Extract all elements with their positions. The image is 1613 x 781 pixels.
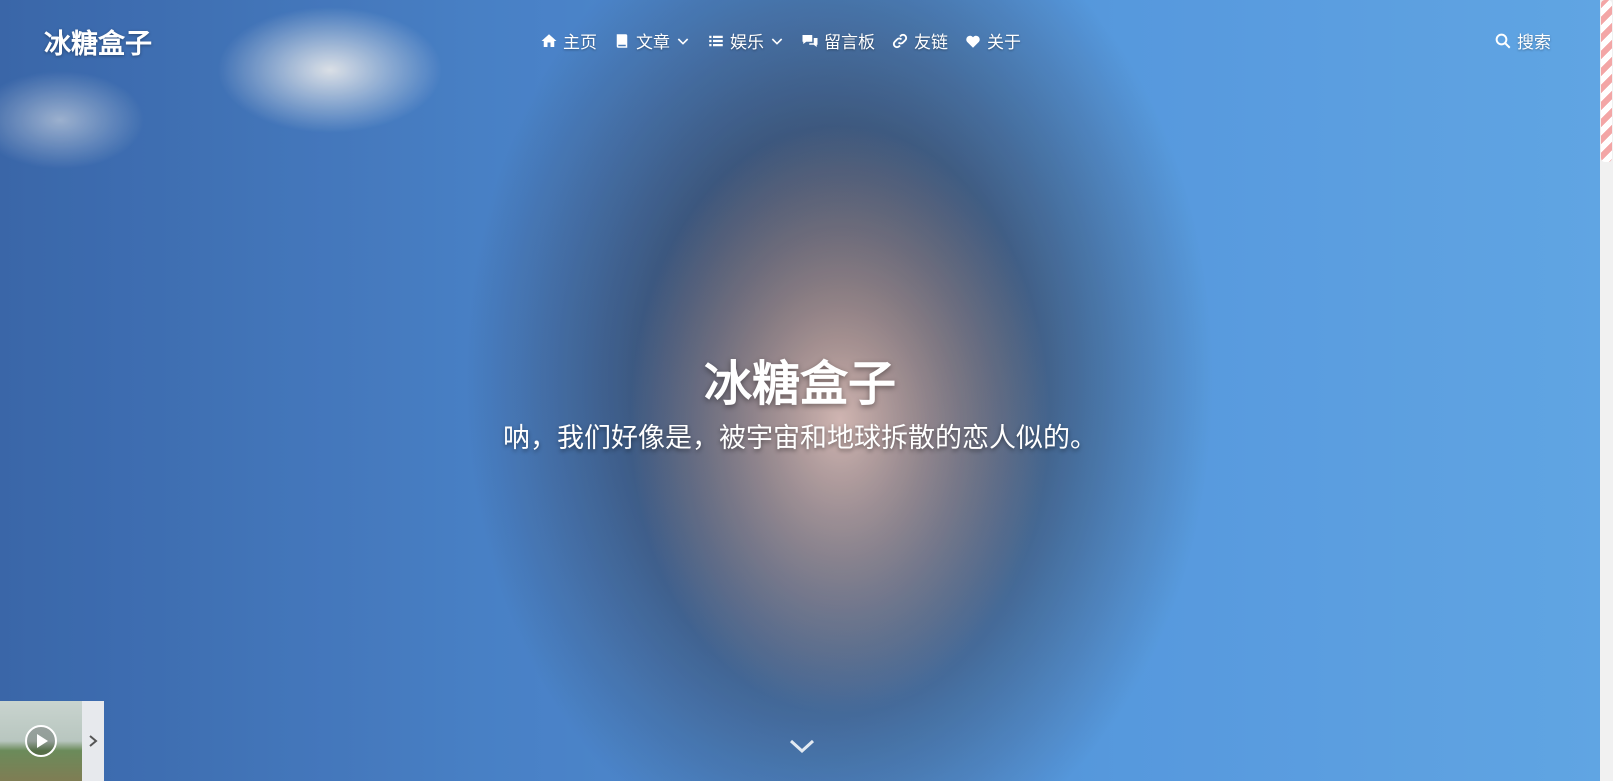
main-menu: 主页 文章 娱乐 留言板 友链 关于 bbox=[540, 28, 1021, 53]
site-brand[interactable]: 冰糖盒子 bbox=[44, 22, 152, 61]
nav-item-label: 娱乐 bbox=[730, 33, 764, 53]
search-label: 搜索 bbox=[1517, 33, 1551, 53]
nav-item-label: 友链 bbox=[914, 33, 948, 53]
nav-item-label: 文章 bbox=[636, 33, 670, 53]
chevron-right-icon bbox=[89, 735, 98, 747]
chevron-down-icon bbox=[677, 37, 689, 45]
book-icon bbox=[616, 33, 628, 48]
play-button[interactable] bbox=[24, 724, 58, 758]
hero-banner: 冰糖盒子 主页 文章 娱乐 留言板 友链 关于 搜索 冰糖盒子 呐，我们好像是，… bbox=[0, 0, 1600, 781]
nav-item-label: 主页 bbox=[563, 33, 597, 53]
play-icon bbox=[25, 725, 57, 757]
player-toggle-button[interactable] bbox=[82, 701, 104, 781]
scroll-down-button[interactable] bbox=[787, 736, 817, 756]
heart-icon bbox=[966, 35, 980, 48]
music-player bbox=[0, 701, 104, 781]
list-icon bbox=[709, 35, 723, 46]
search-button[interactable]: 搜索 bbox=[1494, 28, 1551, 53]
top-navbar: 冰糖盒子 主页 文章 娱乐 留言板 友链 关于 搜索 bbox=[0, 0, 1600, 80]
nav-item-guestbook[interactable]: 留言板 bbox=[801, 28, 875, 53]
search-icon bbox=[1495, 33, 1511, 48]
chevron-down-icon bbox=[789, 739, 815, 754]
hero-title: 冰糖盒子 bbox=[703, 356, 896, 412]
nav-item-articles[interactable]: 文章 bbox=[613, 28, 691, 53]
home-icon bbox=[541, 33, 557, 47]
page-scrollbar[interactable] bbox=[1600, 0, 1613, 781]
link-icon bbox=[892, 33, 908, 48]
album-cover[interactable] bbox=[0, 701, 82, 781]
nav-item-about[interactable]: 关于 bbox=[964, 28, 1021, 53]
chevron-down-icon bbox=[771, 37, 783, 45]
nav-item-home[interactable]: 主页 bbox=[540, 28, 597, 53]
nav-item-entertainment[interactable]: 娱乐 bbox=[707, 28, 785, 53]
nav-item-links[interactable]: 友链 bbox=[891, 28, 948, 53]
nav-item-label: 关于 bbox=[987, 33, 1021, 53]
scrollbar-thumb[interactable] bbox=[1601, 0, 1612, 162]
nav-item-label: 留言板 bbox=[824, 33, 875, 53]
comments-icon bbox=[802, 34, 818, 47]
hero-subtitle: 呐，我们好像是，被宇宙和地球拆散的恋人似的。 bbox=[503, 423, 1097, 454]
